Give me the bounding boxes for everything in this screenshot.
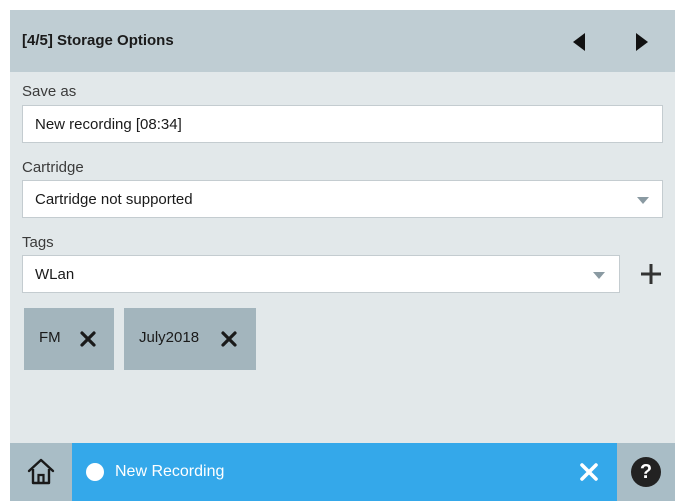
cartridge-value: Cartridge not supported	[35, 191, 193, 208]
tags-value: WLan	[35, 266, 75, 283]
home-icon	[27, 458, 55, 485]
save-as-value: New recording [08:34]	[35, 116, 182, 133]
dialog-header: [4/5] Storage Options	[10, 10, 675, 72]
cartridge-label: Cartridge	[22, 159, 84, 176]
tags-select[interactable]: WLan	[22, 255, 620, 293]
tag-chip-label: FM	[39, 329, 61, 346]
recording-status-dot	[86, 463, 104, 481]
save-as-label: Save as	[22, 83, 77, 100]
tag-chip-label: July2018	[139, 329, 200, 346]
status-text: New Recording	[115, 463, 225, 480]
cartridge-select[interactable]: Cartridge not supported	[22, 180, 663, 218]
status-bar: New Recording ?	[10, 443, 675, 501]
home-button[interactable]	[10, 443, 72, 501]
arrow-left-icon[interactable]	[569, 31, 593, 53]
remove-tag-icon[interactable]	[220, 330, 238, 348]
tag-chip-fm: FM	[24, 308, 114, 370]
chevron-down-icon	[593, 272, 605, 279]
help-icon: ?	[631, 457, 661, 487]
close-icon[interactable]	[578, 461, 600, 483]
storage-options-dialog: [4/5] Storage Options Save as New record…	[10, 10, 675, 501]
arrow-right-icon[interactable]	[630, 31, 654, 53]
save-as-input[interactable]: New recording [08:34]	[22, 105, 663, 143]
dialog-title: [4/5] Storage Options	[22, 32, 174, 49]
plus-icon[interactable]	[639, 262, 663, 286]
help-button[interactable]: ?	[617, 443, 675, 501]
remove-tag-icon[interactable]	[79, 330, 97, 348]
tags-label: Tags	[22, 234, 54, 251]
tag-chip-july2018: July2018	[124, 308, 256, 370]
chevron-down-icon	[637, 197, 649, 204]
